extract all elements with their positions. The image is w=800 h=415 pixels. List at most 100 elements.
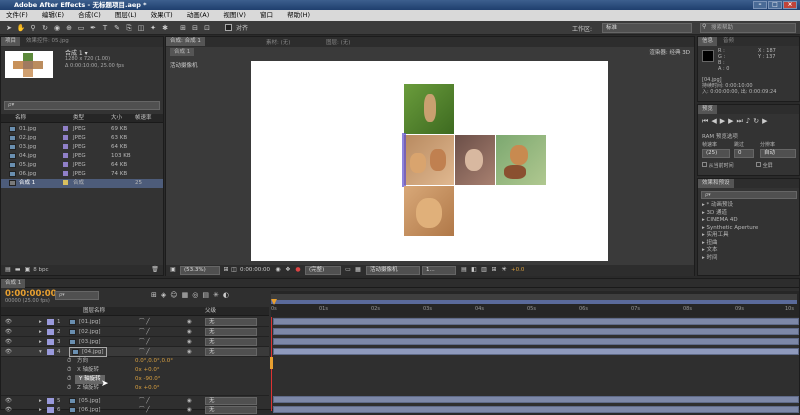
exposure-value[interactable]: +0.0	[511, 267, 524, 273]
region-of-interest-icon[interactable]: ▭	[344, 266, 352, 274]
pan-behind-tool-icon[interactable]: ⊕	[64, 23, 74, 33]
selection-tool-icon[interactable]: ➤	[4, 23, 14, 33]
exposure-icon[interactable]: ✳	[500, 266, 508, 274]
image-04-puppies[interactable]	[404, 135, 454, 185]
layer-switches-icon[interactable]: ⌒ ╱	[139, 347, 150, 357]
label-color-icon[interactable]	[47, 329, 54, 335]
expand-triangle-icon[interactable]: ▸	[39, 405, 42, 415]
list-item[interactable]: ▸ 3D 通道	[702, 210, 758, 218]
property-row[interactable]: ⏱ Y 轴旋转 0x -90.0°	[1, 375, 269, 384]
list-item[interactable]: ▸ * 动画预设	[702, 202, 758, 210]
expand-triangle-icon[interactable]: ▸	[39, 327, 42, 337]
tab-effects-presets[interactable]: 效果和预设	[698, 179, 734, 188]
layer-switches-icon[interactable]: ⌒ ╱	[139, 337, 150, 347]
table-row[interactable]: 👁 ▸ 2 [02.jpg] ⌒ ╱ ◉ 无	[1, 327, 269, 337]
list-item[interactable]: 06.jpg JPEG 74 KB	[1, 170, 163, 179]
stopwatch-icon[interactable]: ⏱	[67, 366, 71, 375]
tab-footage[interactable]: 素材: (无)	[266, 38, 290, 46]
first-frame-icon[interactable]: ⏮	[702, 117, 711, 125]
zoom-tool-icon[interactable]: ⚲	[28, 23, 38, 33]
always-preview-icon[interactable]: ▣	[169, 266, 177, 274]
label-color-icon[interactable]	[47, 339, 54, 345]
rotate-tool-icon[interactable]: ↻	[40, 23, 50, 33]
table-row[interactable]: 👁 ▾ 4 [04.jpg] ⌒ ╱ ◉ 无	[1, 347, 269, 357]
property-row[interactable]: ⏱ Z 轴旋转 0x +0.0°	[1, 384, 269, 393]
from-current-checkbox[interactable]: 从当前时间	[702, 162, 734, 169]
label-color-icon[interactable]	[47, 398, 54, 404]
label-color-icon[interactable]	[47, 407, 54, 413]
parent-dropdown[interactable]: 无	[205, 338, 257, 346]
tab-composition[interactable]: 合成: 合成 1	[166, 37, 205, 46]
label-color-icon[interactable]	[47, 349, 54, 355]
workspace-dropdown[interactable]: 标准	[602, 23, 692, 33]
menu-help[interactable]: 帮助(H)	[281, 10, 316, 21]
trash-icon[interactable]: 🗑	[151, 266, 159, 274]
work-area-bar[interactable]	[271, 300, 797, 304]
text-tool-icon[interactable]: T	[100, 23, 110, 33]
puppet-tool-icon[interactable]: ✱	[160, 23, 170, 33]
image-06-kitten[interactable]	[404, 186, 454, 236]
col-size[interactable]: 大小	[111, 114, 122, 123]
menu-window[interactable]: 窗口	[254, 10, 279, 21]
col-type[interactable]: 类型	[73, 114, 84, 123]
3d-layer-icon[interactable]: ◉	[187, 317, 192, 327]
draft-3d-icon[interactable]: ◈	[161, 291, 170, 299]
table-row[interactable]: 👁 ▸ 6 [06.jpg] ⌒ ╱ ◉ 无	[1, 405, 269, 415]
menu-composition[interactable]: 合成(C)	[72, 10, 107, 21]
tab-timeline-comp[interactable]: 合成 1	[1, 279, 26, 288]
layer-track[interactable]	[273, 396, 799, 403]
image-05-dog-guitar[interactable]	[496, 135, 546, 185]
comp-timecode[interactable]: 0:00:00:00	[240, 267, 270, 273]
channel-icon[interactable]: ●	[294, 266, 302, 274]
mask-tool-icon[interactable]: ▭	[76, 23, 86, 33]
parent-dropdown[interactable]: 无	[205, 406, 257, 414]
col-layer-name[interactable]: 图层名称	[83, 307, 105, 316]
maximize-button[interactable]: □	[768, 1, 782, 9]
views-dropdown[interactable]: 1...	[422, 266, 456, 275]
auto-keyframe-icon[interactable]: ◐	[223, 291, 233, 299]
interpret-footage-icon[interactable]: ▤	[4, 266, 12, 274]
menu-layer[interactable]: 图层(L)	[109, 10, 143, 21]
eraser-tool-icon[interactable]: ◫	[136, 23, 146, 33]
tab-layer[interactable]: 图层: (无)	[326, 38, 350, 46]
expand-triangle-icon[interactable]: ▸	[39, 317, 42, 327]
new-folder-icon[interactable]: ▬	[14, 266, 22, 274]
skip-dropdown[interactable]: 0	[734, 149, 754, 158]
show-snapshot-icon[interactable]: ❖	[284, 266, 292, 274]
menu-animation[interactable]: 动画(A)	[181, 10, 216, 21]
snapshot-icon[interactable]: ◉	[274, 266, 282, 274]
brainstorm-icon[interactable]: ✳	[213, 291, 223, 299]
visibility-eye-icon[interactable]: 👁	[5, 347, 12, 357]
fps-dropdown[interactable]: (25)	[702, 149, 730, 158]
tab-info[interactable]: 信息	[698, 37, 718, 46]
frame-blending-icon[interactable]: ▦	[182, 291, 193, 299]
col-parent[interactable]: 父级	[205, 307, 216, 316]
table-row[interactable]: 👁 ▸ 1 [01.jpg] ⌒ ╱ ◉ 无	[1, 317, 269, 327]
keyframe-icon[interactable]	[270, 357, 273, 369]
timeline-icon[interactable]: ▥	[480, 266, 488, 274]
ram-preview-options[interactable]: RAM 预览选项	[702, 132, 738, 140]
mask-visibility-icon[interactable]: ◫	[230, 266, 238, 274]
menu-file[interactable]: 文件(F)	[0, 10, 34, 21]
3d-layer-icon[interactable]: ◉	[187, 337, 192, 347]
graph-editor-icon[interactable]: ▤	[202, 291, 213, 299]
3d-layer-icon[interactable]: ◉	[187, 405, 192, 415]
list-item[interactable]: 05.jpg JPEG 64 KB	[1, 161, 163, 170]
stopwatch-icon[interactable]: ⏱	[67, 375, 71, 384]
list-item[interactable]: 03.jpg JPEG 64 KB	[1, 143, 163, 152]
pen-tool-icon[interactable]: ✒	[88, 23, 98, 33]
label-color-icon[interactable]	[47, 319, 54, 325]
list-item[interactable]: ▸ 时间	[702, 255, 758, 263]
renderer-label[interactable]: 渲染器: 经典 3D	[649, 48, 690, 56]
visibility-eye-icon[interactable]: 👁	[5, 317, 12, 327]
tab-effect-controls[interactable]: 效果控件: 05.jpg	[21, 37, 73, 46]
effects-search-input[interactable]: ρ▾	[701, 191, 797, 199]
image-01-squirrel[interactable]	[404, 84, 454, 134]
tab-preview[interactable]: 预览	[698, 105, 718, 114]
list-item[interactable]: 02.jpg JPEG 63 KB	[1, 134, 163, 143]
layer-track[interactable]	[273, 338, 799, 345]
play-icon[interactable]: ▶	[720, 117, 728, 125]
bpc-label[interactable]: 8 bpc	[33, 267, 48, 273]
brush-tool-icon[interactable]: ✎	[112, 23, 122, 33]
list-item[interactable]: ▸ CINEMA 4D	[702, 217, 758, 225]
